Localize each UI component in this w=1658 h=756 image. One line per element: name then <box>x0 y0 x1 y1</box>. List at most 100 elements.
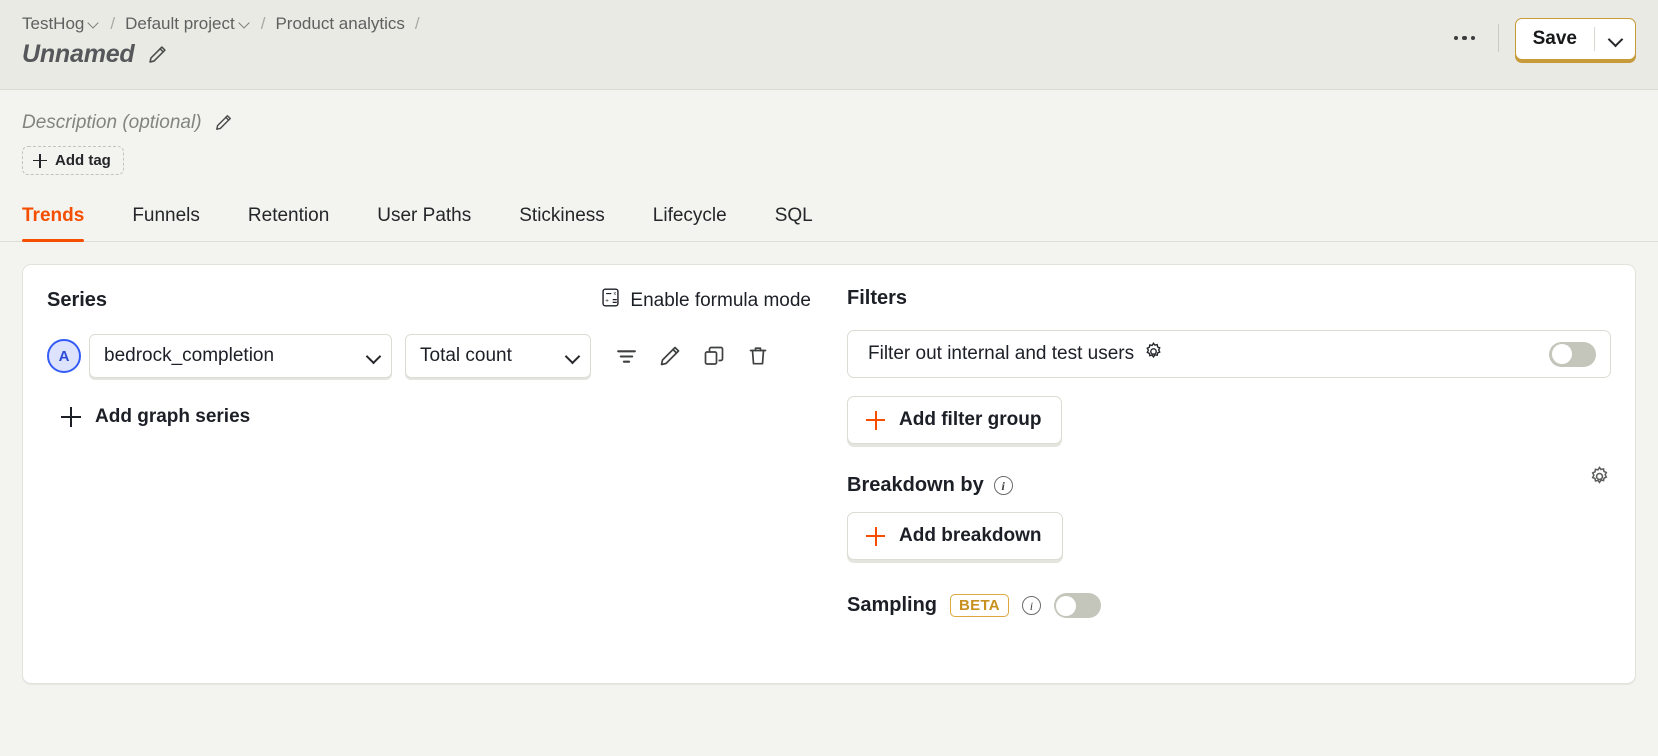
save-button-group: Save <box>1514 18 1636 60</box>
toolbar-divider <box>1497 24 1499 52</box>
tab-sql-label: SQL <box>774 205 813 226</box>
ellipsis-icon <box>1462 35 1467 41</box>
svg-text:x: x <box>614 291 617 297</box>
ellipsis-icon <box>1453 35 1459 41</box>
breadcrumb-separator: / <box>110 14 116 33</box>
enable-formula-mode-button[interactable]: x + Enable formula mode <box>600 287 811 314</box>
save-button[interactable]: Save <box>1514 18 1636 60</box>
breadcrumb-product-label: Product analytics <box>275 14 405 33</box>
filter-icon[interactable] <box>611 341 641 371</box>
add-breakdown-label: Add breakdown <box>899 525 1042 546</box>
pencil-icon[interactable] <box>214 113 235 134</box>
plus-icon <box>61 407 81 427</box>
save-dropdown-button[interactable] <box>1595 19 1635 59</box>
calculator-icon: x + <box>600 287 621 314</box>
save-button-label: Save <box>1532 28 1577 49</box>
tab-trends-label: Trends <box>22 205 85 226</box>
enable-formula-mode-label: Enable formula mode <box>630 289 811 311</box>
chevron-down-icon[interactable] <box>89 18 100 29</box>
breadcrumb-item-organization[interactable]: TestHog <box>22 14 100 34</box>
add-breakdown-button[interactable]: Add breakdown <box>847 512 1063 560</box>
series-column: Series x + Enable formula mode A bedrock… <box>47 287 847 661</box>
tab-sql[interactable]: SQL <box>775 197 813 241</box>
duplicate-icon[interactable] <box>699 341 729 371</box>
breadcrumb-organization-label: TestHog <box>22 14 85 33</box>
breakdown-settings-button[interactable] <box>1588 465 1611 493</box>
insight-query-editor-card: Series x + Enable formula mode A bedrock… <box>22 264 1636 684</box>
description-placeholder: Description (optional) <box>22 112 202 133</box>
filter-internal-users-label: Filter out internal and test users <box>868 343 1135 364</box>
toggle-knob <box>1551 344 1572 364</box>
insight-type-tabs: Trends Funnels Retention User Paths Stic… <box>0 197 1658 242</box>
tab-funnels[interactable]: Funnels <box>132 197 200 241</box>
series-math-label: Total count <box>420 345 512 366</box>
filters-heading: Filters <box>847 287 908 309</box>
info-icon[interactable]: i <box>1021 596 1041 615</box>
add-filter-group-button[interactable]: Add filter group <box>847 396 1063 444</box>
filters-column: Filters Filter out internal and test use… <box>847 287 1611 661</box>
sampling-toggle[interactable] <box>1053 593 1101 618</box>
pencil-icon[interactable] <box>655 341 685 371</box>
more-options-button[interactable] <box>1442 18 1488 58</box>
add-breakdown-wrap: Add breakdown <box>847 512 1611 560</box>
svg-text:+: + <box>606 297 610 304</box>
description-row[interactable]: Description (optional) <box>22 112 1636 134</box>
series-math-select[interactable]: Total count <box>405 334 591 378</box>
tab-stickiness[interactable]: Stickiness <box>519 197 605 241</box>
gear-icon[interactable] <box>1143 341 1164 368</box>
sampling-label: Sampling <box>847 594 938 616</box>
series-actions <box>611 341 773 371</box>
tag-row: Add tag <box>22 146 1636 175</box>
series-event-select[interactable]: bedrock_completion <box>89 334 392 378</box>
tab-retention[interactable]: Retention <box>248 197 329 241</box>
sampling-row: Sampling BETA i <box>847 593 1611 618</box>
chevron-down-icon <box>566 350 578 362</box>
top-bar: TestHog / Default project / Product anal… <box>0 0 1658 90</box>
series-row: A bedrock_completion Total count <box>47 334 833 378</box>
add-graph-series-button[interactable]: Add graph series <box>61 406 833 428</box>
tab-lifecycle[interactable]: Lifecycle <box>653 197 727 241</box>
filter-internal-users-toggle[interactable] <box>1549 341 1596 367</box>
info-icon[interactable]: i <box>993 476 1013 495</box>
breadcrumb-item-product-analytics[interactable]: Product analytics <box>275 14 404 34</box>
add-tag-label: Add tag <box>55 152 111 169</box>
top-bar-actions: Save <box>1442 14 1636 89</box>
series-header-row: Series x + Enable formula mode <box>47 287 833 314</box>
add-filter-group-wrap: Add filter group <box>847 396 1611 444</box>
chevron-down-icon[interactable] <box>240 18 251 29</box>
breadcrumb: TestHog / Default project / Product anal… <box>22 14 422 34</box>
filter-internal-users-row[interactable]: Filter out internal and test users <box>847 330 1611 378</box>
beta-badge: BETA <box>950 594 1009 617</box>
breadcrumb-separator: / <box>414 14 420 33</box>
tab-lifecycle-label: Lifecycle <box>652 205 727 226</box>
series-heading: Series <box>47 289 108 311</box>
page-title: Unnamed <box>22 40 135 68</box>
trash-icon[interactable] <box>743 341 773 371</box>
pencil-icon[interactable] <box>147 44 168 65</box>
tab-user-paths[interactable]: User Paths <box>377 197 471 241</box>
tab-funnels-label: Funnels <box>132 205 200 226</box>
tab-user-paths-label: User Paths <box>377 205 472 226</box>
insight-meta: Description (optional) Add tag <box>0 90 1658 175</box>
series-letter-badge: A <box>47 339 81 373</box>
breadcrumb-separator: / <box>260 14 266 33</box>
breadcrumb-area: TestHog / Default project / Product anal… <box>22 14 422 89</box>
breakdown-heading: Breakdown by <box>847 474 984 496</box>
tab-stickiness-label: Stickiness <box>519 205 605 226</box>
filter-internal-users-label-group: Filter out internal and test users <box>868 341 1164 368</box>
ellipsis-icon <box>1470 35 1476 41</box>
series-event-label: bedrock_completion <box>104 345 275 366</box>
toggle-knob <box>1056 595 1077 616</box>
breakdown-heading-row: Breakdown by i <box>847 474 1611 497</box>
tab-trends[interactable]: Trends <box>22 197 85 242</box>
add-tag-button[interactable]: Add tag <box>22 146 124 175</box>
add-graph-series-label: Add graph series <box>95 406 251 427</box>
plus-icon <box>866 526 885 546</box>
breadcrumb-item-project[interactable]: Default project <box>125 14 251 34</box>
plus-icon <box>33 153 47 168</box>
title-row: Unnamed <box>22 40 422 69</box>
add-filter-group-label: Add filter group <box>899 409 1042 430</box>
chevron-down-icon <box>367 350 379 362</box>
tab-retention-label: Retention <box>247 205 330 226</box>
plus-icon <box>866 410 885 430</box>
